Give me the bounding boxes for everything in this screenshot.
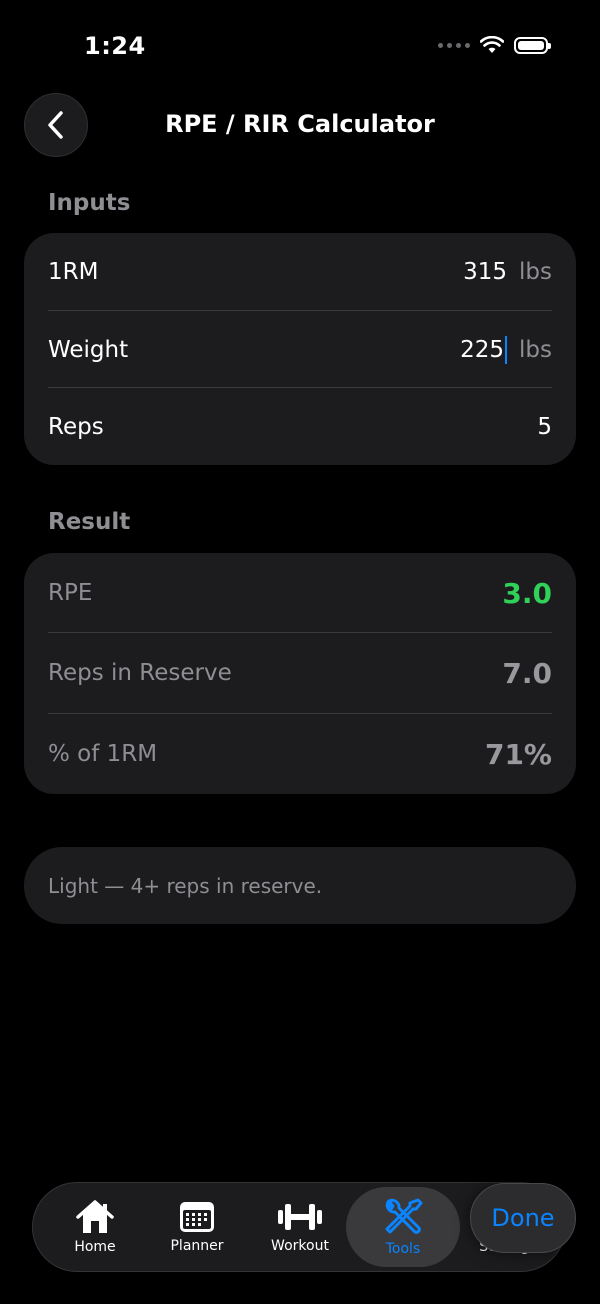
tab-label: Tools <box>385 1241 421 1257</box>
unit-label: lbs <box>519 258 552 285</box>
result-section-label: Result <box>48 509 131 535</box>
unit-label: lbs <box>519 336 552 363</box>
status-icons <box>438 36 551 54</box>
tab-label: Planner <box>170 1238 224 1254</box>
result-label: Reps in Reserve <box>48 660 232 686</box>
input-row-1rm[interactable]: 1RM 315 lbs <box>48 233 552 310</box>
inputs-card: 1RM 315 lbs Weight 225 lbs Reps 5 <box>24 233 576 465</box>
text-cursor <box>505 335 508 364</box>
wrench-screwdriver-icon <box>385 1198 423 1234</box>
tab-tools[interactable]: Tools <box>346 1187 460 1267</box>
tab-label: Home <box>74 1239 116 1255</box>
percent-value: 71% <box>484 737 552 771</box>
tab-label: Workout <box>271 1238 329 1254</box>
note-text: Light — 4+ reps in reserve. <box>48 873 323 898</box>
status-time: 1:24 <box>84 32 146 60</box>
input-label: Weight <box>48 336 129 363</box>
tab-planner[interactable]: Planner <box>147 1187 247 1267</box>
done-button[interactable]: Done <box>470 1183 576 1253</box>
tab-workout[interactable]: Workout <box>250 1187 350 1267</box>
rir-value: 7.0 <box>502 656 552 690</box>
reps-field[interactable]: 5 <box>537 414 552 440</box>
result-label: % of 1RM <box>48 741 158 767</box>
battery-icon <box>514 36 551 54</box>
one-rm-value: 315 <box>463 258 508 285</box>
calendar-icon <box>180 1202 214 1232</box>
intensity-note: Light — 4+ reps in reserve. <box>24 847 576 924</box>
input-label: Reps <box>48 413 104 440</box>
result-card: RPE 3.0 Reps in Reserve 7.0 % of 1RM 71% <box>24 553 576 794</box>
house-icon <box>76 1200 114 1233</box>
page-title: RPE / RIR Calculator <box>165 110 435 138</box>
tab-home[interactable]: Home <box>45 1187 145 1267</box>
weight-field[interactable]: 225 lbs <box>460 335 552 364</box>
result-row-rir: Reps in Reserve 7.0 <box>48 633 552 713</box>
inputs-section-label: Inputs <box>48 190 131 216</box>
result-row-percent: % of 1RM 71% <box>48 714 552 794</box>
result-label: RPE <box>48 580 93 606</box>
input-label: 1RM <box>48 258 99 285</box>
weight-value: 225 <box>460 336 505 363</box>
wifi-icon <box>480 36 504 53</box>
one-rm-field[interactable]: 315 lbs <box>463 259 552 285</box>
cellular-signal-icon <box>438 42 470 48</box>
rpe-value: 3.0 <box>502 576 552 610</box>
done-label: Done <box>491 1204 555 1232</box>
dumbbell-icon <box>278 1204 322 1230</box>
reps-value: 5 <box>537 413 552 440</box>
input-row-weight[interactable]: Weight 225 lbs <box>48 311 552 388</box>
input-row-reps[interactable]: Reps 5 <box>48 388 552 465</box>
result-row-rpe: RPE 3.0 <box>48 553 552 633</box>
